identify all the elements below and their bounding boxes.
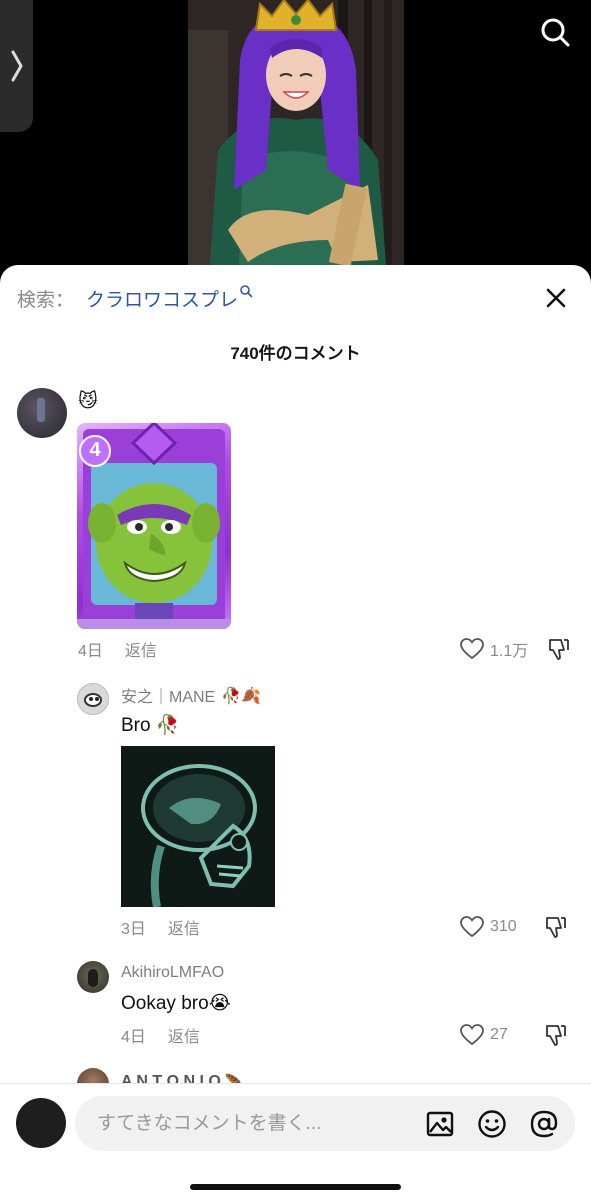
close-icon[interactable] (545, 287, 567, 309)
like-count: 310 (490, 918, 517, 935)
comment-composer (0, 1083, 591, 1200)
video-frame (188, 0, 404, 290)
comment-time: 4日 (78, 643, 103, 660)
username-text: AkihiroLMFAO (121, 964, 225, 981)
comments-sheet: 検索： クラロワコスプレ 740件のコメント 😼 4 4日 返信 1.1万 安之… (0, 265, 591, 1200)
like-button[interactable]: 310 (460, 915, 517, 939)
avatar[interactable] (17, 388, 67, 438)
reply-time: 3日 (121, 921, 146, 938)
comment-meta: 4日 返信 (78, 638, 157, 660)
search-icon (240, 285, 253, 298)
reply-button[interactable]: 返信 (168, 1023, 200, 1047)
avatar[interactable] (77, 961, 109, 993)
clash-royale-card-image[interactable]: 4 (77, 423, 231, 629)
smiley-icon[interactable] (477, 1109, 507, 1139)
like-button[interactable]: 1.1万 (460, 637, 528, 661)
avatar[interactable] (77, 683, 109, 715)
username-emoji: 🥀🍂 (221, 685, 262, 705)
search-term-link[interactable]: クラロワコスプレ (86, 285, 238, 312)
like-button[interactable]: 27 (460, 1023, 508, 1047)
reply-username[interactable]: AkihiroLMFAO (121, 961, 224, 985)
comment-text: 😼 (78, 390, 98, 412)
reply-time: 4日 (121, 1029, 146, 1046)
comment-count-title: 740件のコメント (230, 344, 361, 363)
home-indicator (190, 1184, 401, 1190)
cosplayer-image (188, 0, 404, 290)
thumbs-down-icon[interactable] (544, 915, 568, 939)
comment-input-container[interactable] (75, 1096, 575, 1151)
reply-username[interactable]: 安之｜MANE 🥀🍂 (121, 683, 261, 707)
search-suggestion[interactable]: 検索： クラロワコスプレ (17, 285, 253, 311)
heart-icon (460, 1024, 484, 1046)
heart-icon (460, 638, 484, 660)
reply-meta: 3日 返信 (121, 916, 200, 938)
reply-text: Ookay bro😭 (121, 992, 231, 1014)
username-text: 安之｜MANE (121, 689, 216, 706)
comment-input[interactable] (97, 1096, 417, 1151)
video-player[interactable] (0, 0, 591, 290)
like-count: 27 (490, 1026, 508, 1043)
reply-text: Bro 🥀 (121, 715, 180, 736)
chevron-right-icon (11, 50, 22, 82)
search-label: 検索： (17, 289, 75, 311)
thumbs-down-icon[interactable] (544, 1023, 568, 1047)
card-cost: 4 (89, 439, 101, 461)
like-count: 1.1万 (490, 643, 529, 660)
reply-meta: 4日 返信 (121, 1024, 200, 1046)
thumbs-down-icon[interactable] (547, 637, 571, 661)
my-avatar[interactable] (16, 1098, 66, 1148)
image-icon[interactable] (425, 1109, 455, 1139)
heart-icon (460, 916, 484, 938)
at-icon[interactable] (529, 1109, 559, 1139)
xray-skull-image[interactable] (121, 746, 275, 907)
xray-skull-art (121, 746, 275, 907)
reply-button[interactable]: 返信 (125, 637, 157, 661)
side-panel-toggle[interactable] (0, 0, 33, 132)
reply-button[interactable]: 返信 (168, 915, 200, 939)
search-icon[interactable] (539, 16, 571, 48)
